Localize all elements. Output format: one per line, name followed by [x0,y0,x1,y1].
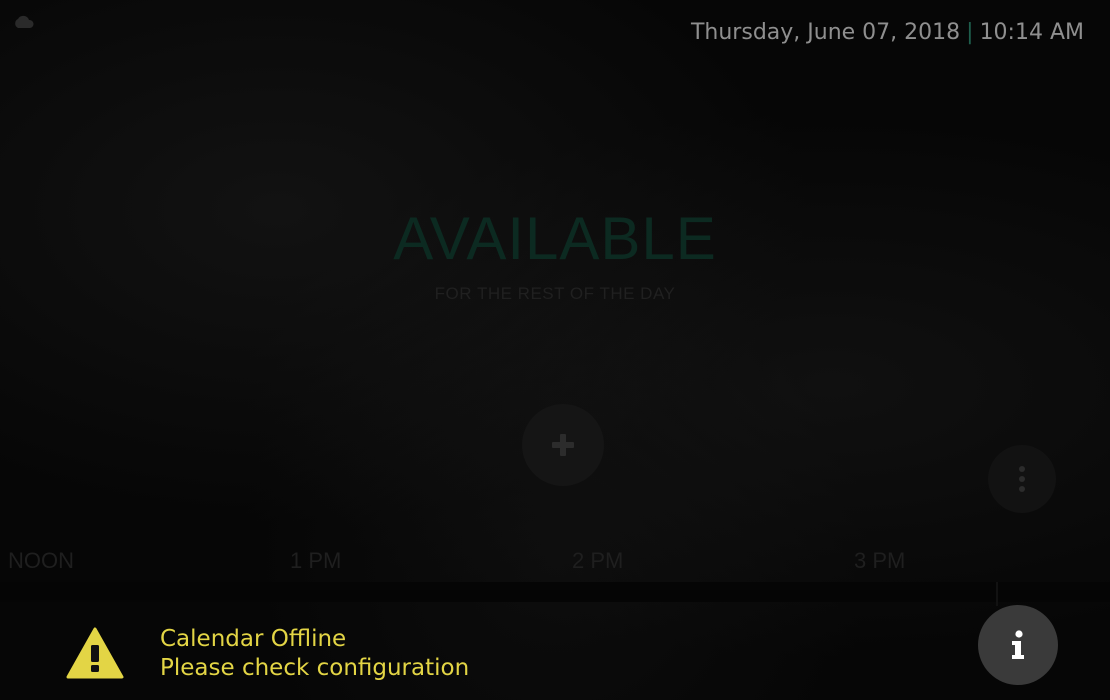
alert-detail: Please check configuration [160,655,470,681]
date-time-display: Thursday, June 07, 2018 | 10:14 AM [691,20,1084,45]
room-display-screen: Thursday, June 07, 2018 | 10:14 AM AVAILAB… [0,0,1110,700]
add-booking-button[interactable] [522,404,604,486]
info-icon [1012,630,1024,659]
timeline-label-noon: NOON [8,548,74,573]
timeline-label-2pm: 2 PM [572,548,624,573]
date-text: Thursday, June 07, 2018 [690,20,961,45]
cloud-icon [15,15,34,28]
vertical-dots-icon [1019,466,1025,492]
timeline-tick [996,582,998,606]
timeline-track [0,582,1110,602]
date-time-separator: | [966,20,974,45]
alert-message: Calendar Offline Please check configurat… [160,625,469,683]
availability-subtitle: FOR THE REST OF THE DAY [434,284,676,303]
calendar-offline-alert: Calendar Offline Please check configurat… [66,626,469,683]
time-text: 10:14 AM [979,20,1084,45]
availability-status: AVAILABLE [393,205,717,272]
alert-title: Calendar Offline [160,626,347,652]
more-options-button[interactable] [988,445,1056,513]
warning-icon [66,627,124,679]
info-button[interactable] [978,605,1058,685]
day-timeline[interactable]: NOON 1 PM 2 PM 3 PM [0,548,1110,584]
timeline-label-3pm: 3 PM [854,548,906,573]
plus-icon [552,434,574,456]
timeline-label-1pm: 1 PM [290,548,342,573]
